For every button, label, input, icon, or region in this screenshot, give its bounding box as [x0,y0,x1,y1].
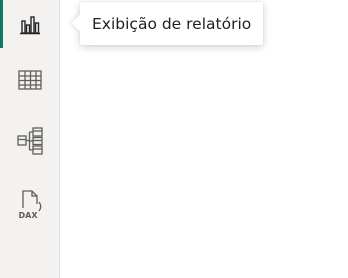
model-diagram-icon [16,126,44,156]
dax-query-view-button[interactable]: DAX [0,180,60,228]
view-switcher-rail: DAX [0,0,60,278]
bar-chart-icon [18,12,42,36]
table-grid-icon [17,68,43,92]
dax-icon-label: DAX [19,211,39,220]
model-view-button[interactable] [0,117,60,165]
dax-query-icon: DAX [15,188,45,220]
report-view-tooltip: Exibição de relatório [71,2,264,45]
tooltip-beak [71,14,89,32]
table-view-button[interactable] [0,56,60,104]
tooltip-text: Exibição de relatório [92,14,252,33]
report-view-button[interactable] [0,0,60,48]
active-indicator [0,0,3,48]
